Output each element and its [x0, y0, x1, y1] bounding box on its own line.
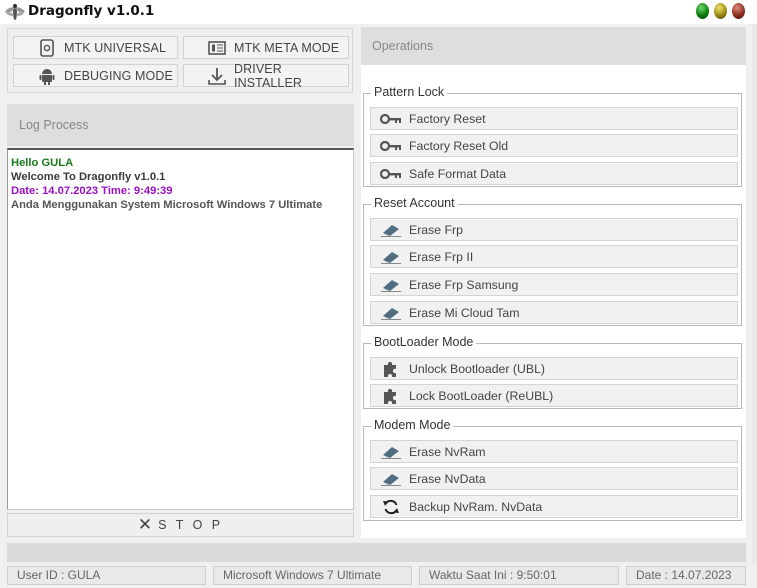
safe-format-data-button[interactable]: Safe Format Data [370, 162, 738, 185]
group-title: Modem Mode [371, 418, 454, 432]
phone-icon [38, 38, 56, 57]
puzzle-icon [380, 387, 402, 405]
group-title: Pattern Lock [371, 85, 448, 99]
eraser-icon [380, 470, 402, 488]
factory-reset-button[interactable]: Factory Reset [370, 107, 738, 130]
puzzle-icon [380, 360, 402, 378]
sync-icon [380, 498, 402, 516]
window-edge [752, 24, 757, 564]
erase-nvdata-button[interactable]: Erase NvData [370, 467, 738, 490]
window-maximize-button[interactable] [714, 3, 727, 19]
operations-header: Operations [361, 27, 746, 65]
log-header-label: Log Process [19, 118, 89, 132]
modem-group: Modem Mode Erase NvRam Erase NvData Back… [363, 418, 742, 521]
group-title: Reset Account [371, 196, 458, 210]
log-panel: Log Process Hello GULA Welcome To Dragon… [7, 104, 354, 537]
eraser-icon [380, 304, 402, 322]
erase-nvram-button[interactable]: Erase NvRam [370, 440, 738, 463]
dragonfly-logo-icon [4, 2, 26, 22]
bootloader-group: BootLoader Mode Unlock Bootloader (UBL) … [363, 335, 742, 409]
eraser-icon [380, 276, 402, 294]
mtk-meta-mode-button[interactable]: MTK META MODE [183, 36, 349, 59]
key-icon [380, 110, 402, 128]
eraser-icon [380, 248, 402, 266]
erase-mi-cloud-button[interactable]: Erase Mi Cloud Tam [370, 301, 738, 324]
log-line: Date: 14.07.2023 Time: 9:49:39 [11, 185, 173, 197]
app-title: Dragonfly v1.0.1 [28, 3, 155, 19]
pattern-lock-group: Pattern Lock Factory Reset Factory Reset… [363, 85, 742, 187]
log-line: Welcome To Dragonfly v1.0.1 [11, 171, 166, 183]
lock-bootloader-button[interactable]: Lock BootLoader (ReUBL) [370, 384, 738, 407]
log-line: Anda Menggunakan System Microsoft Window… [11, 199, 323, 211]
chip-icon [208, 39, 226, 57]
mode-panel: MTK UNIVERSAL MTK META MODE DEBUGING MOD… [7, 28, 353, 93]
download-icon [208, 67, 226, 85]
window-minimize-button[interactable] [696, 3, 709, 19]
status-time: Waktu Saat Ini : 9:50:01 [419, 566, 619, 585]
stop-button[interactable]: ✕ S T O P [7, 513, 354, 537]
eraser-icon [380, 221, 402, 239]
mtk-universal-button[interactable]: MTK UNIVERSAL [13, 36, 178, 59]
log-header: Log Process [7, 104, 354, 146]
reset-account-group: Reset Account Erase Frp Erase Frp II Era… [363, 196, 742, 326]
log-line: Hello GULA [11, 157, 74, 169]
erase-frp-button[interactable]: Erase Frp [370, 218, 738, 241]
erase-frp-ii-button[interactable]: Erase Frp II [370, 245, 738, 268]
debuging-mode-button[interactable]: DEBUGING MODE [13, 64, 178, 87]
factory-reset-old-button[interactable]: Factory Reset Old [370, 134, 738, 157]
window-close-button[interactable] [732, 3, 745, 19]
android-icon [38, 67, 56, 85]
status-os: Microsoft Windows 7 Ultimate [213, 566, 412, 585]
eraser-icon [380, 443, 402, 461]
key-icon [380, 165, 402, 183]
log-output[interactable]: Hello GULA Welcome To Dragonfly v1.0.1 D… [7, 148, 354, 510]
backup-nvram-nvdata-button[interactable]: Backup NvRam. NvData [370, 495, 738, 518]
status-user-id: User ID : GULA [7, 566, 206, 585]
progress-bar [7, 543, 746, 562]
close-icon: ✕ [137, 515, 153, 535]
driver-installer-button[interactable]: DRIVER INSTALLER [183, 62, 349, 90]
key-icon [380, 137, 402, 155]
status-date: Date : 14.07.2023 [626, 566, 746, 585]
group-title: BootLoader Mode [371, 335, 477, 349]
title-bar: Dragonfly v1.0.1 [0, 0, 757, 24]
operations-panel: Operations Pattern Lock Factory Reset Fa… [361, 27, 746, 538]
unlock-bootloader-button[interactable]: Unlock Bootloader (UBL) [370, 357, 738, 380]
operations-header-label: Operations [372, 39, 434, 53]
erase-frp-samsung-button[interactable]: Erase Frp Samsung [370, 273, 738, 296]
